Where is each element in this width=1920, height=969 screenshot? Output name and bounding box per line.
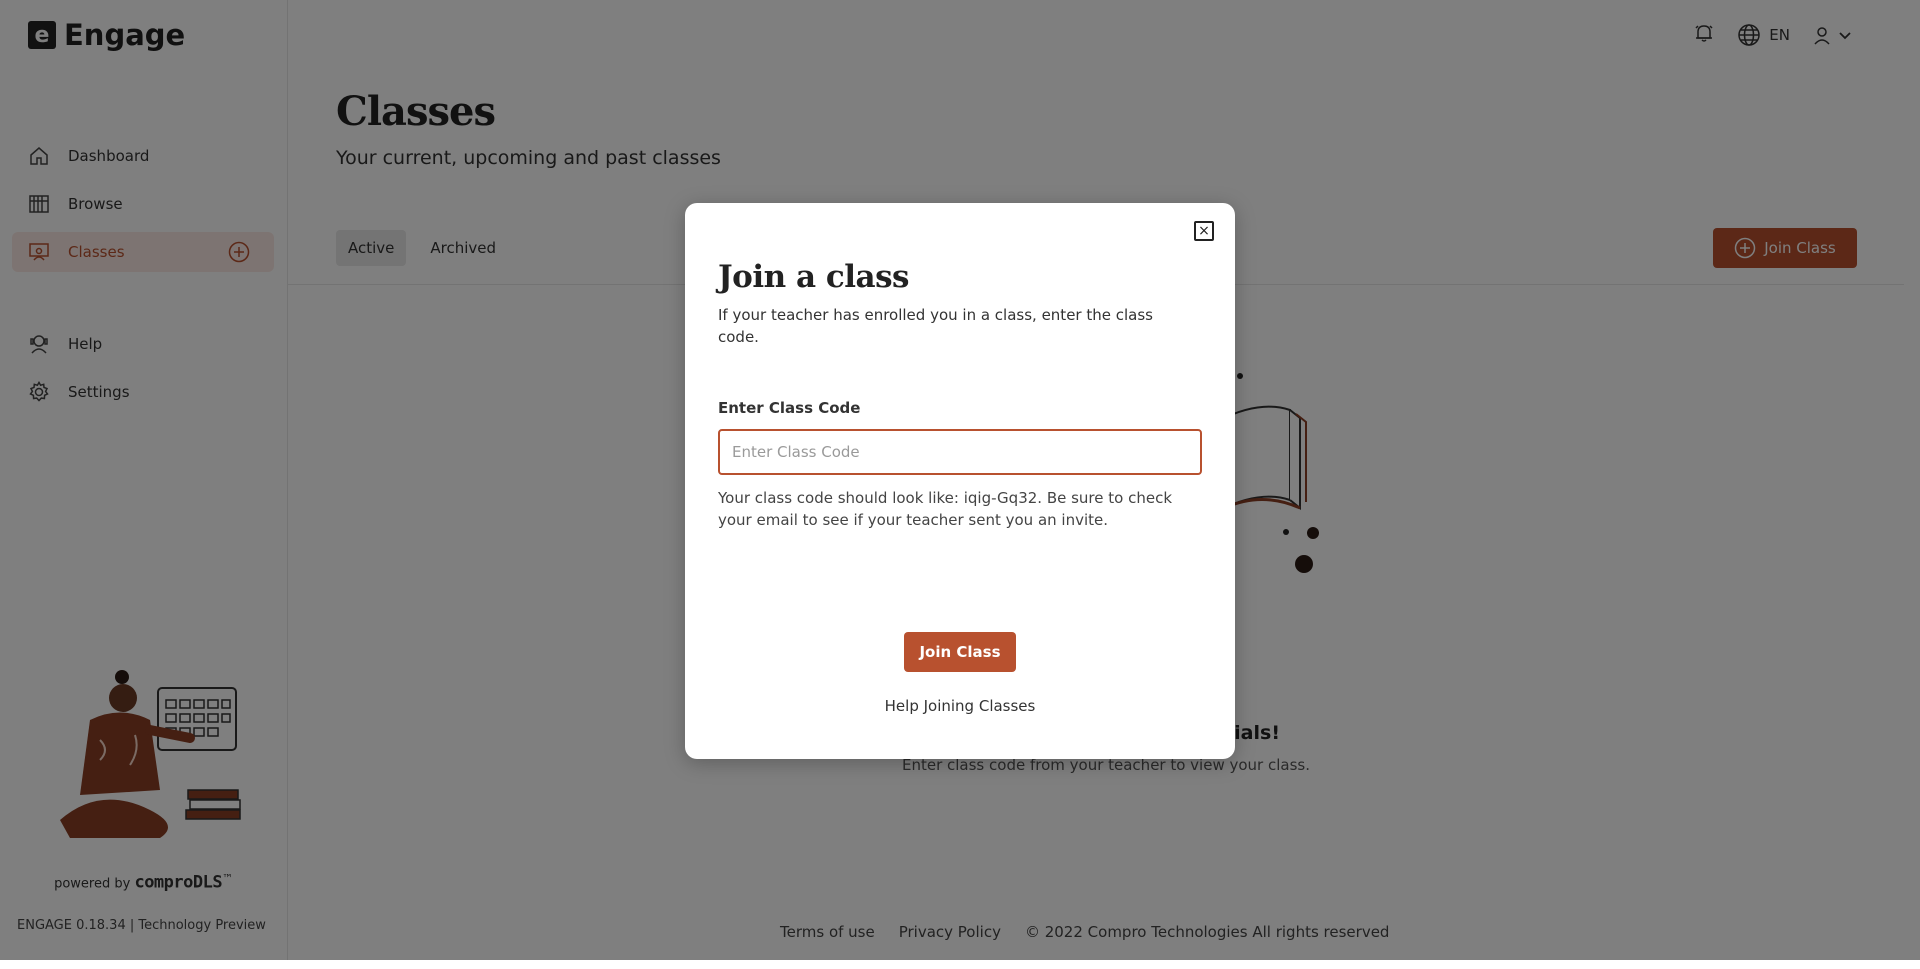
class-code-label: Enter Class Code xyxy=(718,399,861,417)
close-icon: × xyxy=(1198,223,1210,239)
join-class-dialog: × Join a class If your teacher has enrol… xyxy=(685,203,1235,759)
class-code-input[interactable] xyxy=(718,429,1202,475)
class-code-hint: Your class code should look like: iqig-G… xyxy=(718,489,1173,529)
help-joining-classes-text[interactable]: Help Joining Classes xyxy=(885,697,1036,715)
close-button[interactable]: × xyxy=(1194,221,1214,241)
dialog-description: If your teacher has enrolled you in a cl… xyxy=(718,306,1153,346)
bottom-strip xyxy=(0,960,1920,969)
help-joining-classes-link: Help Joining Classes xyxy=(685,697,1235,715)
app-root: e Engage Dashboard Browse Classes xyxy=(0,0,1920,960)
dialog-title: Join a class xyxy=(718,259,909,295)
join-class-button[interactable]: Join Class xyxy=(904,632,1016,672)
